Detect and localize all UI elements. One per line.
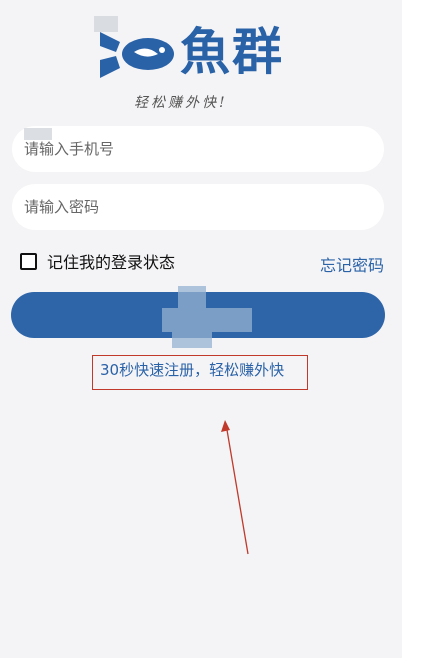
- remember-me-label: 记住我的登录状态: [47, 253, 176, 272]
- censor-mosaic: [172, 332, 212, 348]
- screen: 魚群 轻松赚外快! 记住我的登录状态 忘记密码 30秒快速注册，轻松赚外快: [0, 0, 425, 658]
- arrow-annotation-icon: [221, 420, 249, 555]
- phone-input[interactable]: [12, 126, 384, 172]
- fish-logo-icon: [100, 32, 174, 78]
- app-logo: 魚群: [98, 18, 308, 88]
- app-slogan: 轻松赚外快!: [134, 95, 228, 111]
- remember-me-toggle[interactable]: 记住我的登录状态: [20, 250, 175, 272]
- censor-mosaic: [162, 308, 252, 332]
- censor-mosaic: [24, 128, 52, 140]
- censor-mosaic: [94, 16, 118, 32]
- annotation-highlight-box: [92, 355, 308, 390]
- login-page: 魚群 轻松赚外快! 记住我的登录状态 忘记密码 30秒快速注册，轻松赚外快: [0, 0, 402, 658]
- remember-me-checkbox[interactable]: [20, 252, 37, 270]
- forgot-password-link[interactable]: 忘记密码: [320, 252, 384, 276]
- app-name: 魚群: [180, 23, 284, 81]
- password-input[interactable]: [12, 184, 384, 230]
- censor-mosaic: [178, 286, 206, 308]
